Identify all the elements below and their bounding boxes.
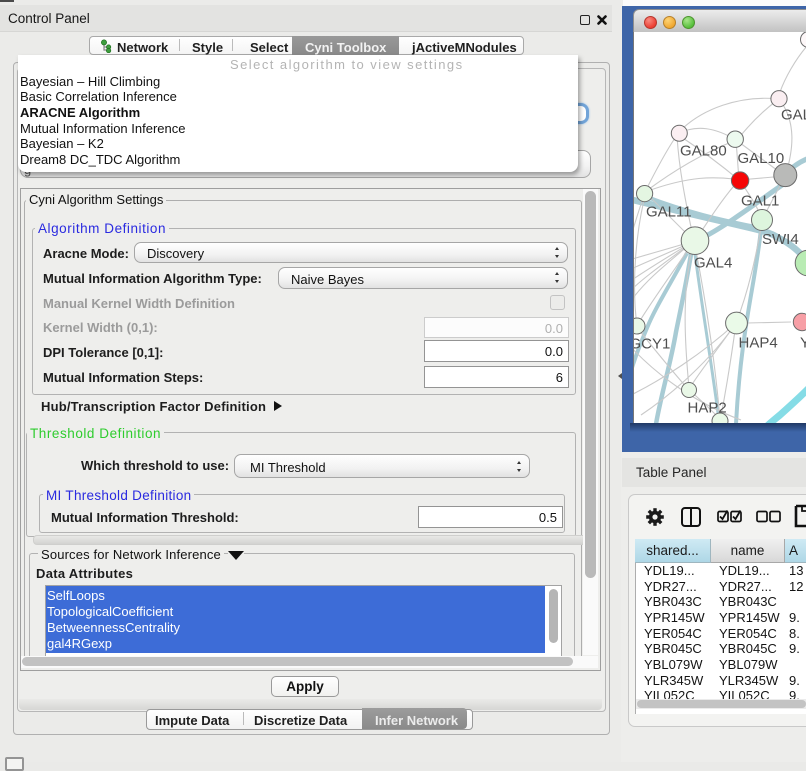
svg-text:GAL1: GAL1 <box>741 193 779 210</box>
svg-text:HAP2: HAP2 <box>688 400 727 417</box>
svg-text:SWI4: SWI4 <box>762 231 799 248</box>
svg-text:GCY1: GCY1 <box>633 336 670 353</box>
svg-text:GAL10: GAL10 <box>738 150 785 167</box>
svg-text:YJ: YJ <box>800 335 806 352</box>
svg-text:HAP4: HAP4 <box>739 335 778 352</box>
svg-text:GAL7: GAL7 <box>781 107 806 124</box>
svg-text:GAL4: GAL4 <box>694 255 732 272</box>
svg-text:GAL80: GAL80 <box>680 143 727 160</box>
svg-text:GAL11: GAL11 <box>646 204 692 221</box>
